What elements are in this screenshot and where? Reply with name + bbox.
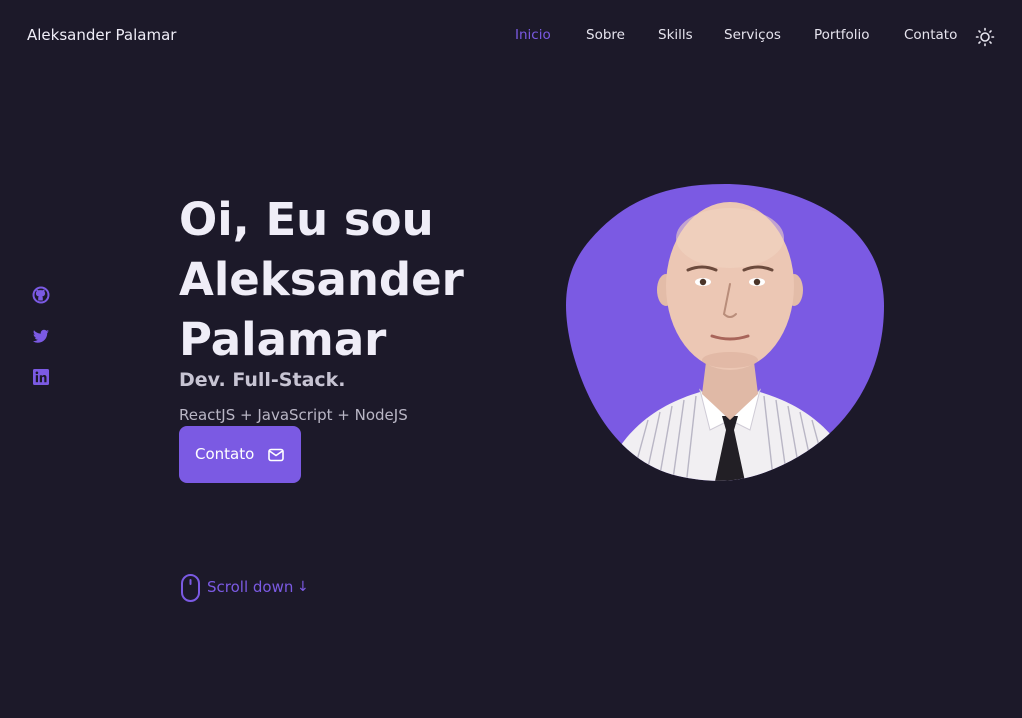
- header: Aleksander Palamar Inicio Sobre Skills S…: [0, 0, 1022, 72]
- logo[interactable]: Aleksander Palamar: [27, 26, 176, 44]
- nav-skills[interactable]: Skills: [658, 27, 693, 45]
- hero-subtitle: Dev. Full-Stack.: [179, 369, 346, 391]
- hero-title-line: Palamar: [179, 313, 387, 366]
- linkedin-icon[interactable]: [31, 367, 51, 387]
- mouse-icon: [179, 573, 203, 603]
- profile-image: [560, 180, 890, 486]
- nav-inicio[interactable]: Inicio: [515, 27, 551, 45]
- sun-icon[interactable]: [975, 27, 995, 47]
- nav-sobre[interactable]: Sobre: [586, 27, 625, 45]
- hero-title-line: Aleksander: [179, 253, 464, 306]
- twitter-icon[interactable]: [31, 326, 51, 346]
- hero-title: Oi, Eu sou Aleksander Palamar: [179, 190, 539, 370]
- contact-button[interactable]: Contato: [179, 426, 301, 483]
- nav-contato[interactable]: Contato: [904, 27, 957, 45]
- hero-description: ReactJS + JavaScript + NodeJS: [179, 406, 408, 424]
- contact-button-label: Contato: [195, 445, 255, 463]
- nav-portfolio[interactable]: Portfolio: [814, 27, 870, 45]
- scroll-down-label: Scroll down: [207, 578, 294, 596]
- mail-icon: [267, 446, 285, 464]
- github-icon[interactable]: [31, 285, 51, 305]
- arrow-down-icon: ↓: [297, 579, 309, 595]
- nav-servicos[interactable]: Serviços: [724, 27, 781, 45]
- hero-title-line: Oi, Eu sou: [179, 193, 434, 246]
